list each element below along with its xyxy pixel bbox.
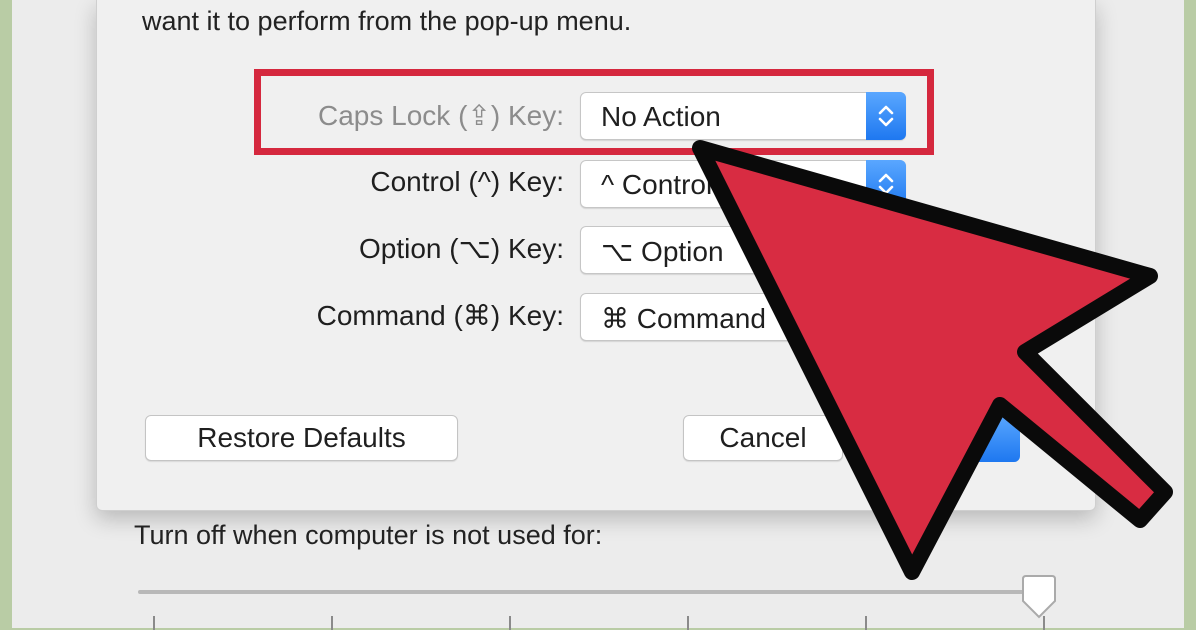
chevron-up-down-icon (866, 160, 906, 208)
option-key-value: ⌥ Option (601, 236, 724, 267)
instruction-text: want it to perform from the pop-up menu. (142, 6, 632, 36)
chevron-up-down-icon (866, 293, 906, 341)
chevron-up-down-icon (866, 226, 906, 274)
ok-button[interactable] (900, 414, 1020, 462)
restore-defaults-button[interactable]: Restore Defaults (145, 415, 458, 461)
caps-lock-highlight-box (254, 69, 934, 155)
command-key-label: Command (⌘) Key: (316, 300, 564, 331)
option-key-popup[interactable]: ⌥ Option (580, 226, 906, 274)
turn-off-label: Turn off when computer is not used for: (134, 520, 603, 550)
control-key-label: Control (^) Key: (370, 166, 564, 197)
command-key-popup[interactable]: ⌘ Command (580, 293, 906, 341)
option-key-label: Option (⌥) Key: (359, 233, 564, 264)
control-key-value: ^ Control (601, 169, 713, 200)
command-key-value: ⌘ Command (601, 303, 766, 334)
sleep-slider-track[interactable] (138, 590, 1056, 594)
cancel-button[interactable]: Cancel (683, 415, 843, 461)
control-key-popup[interactable]: ^ Control (580, 160, 906, 208)
sleep-slider-thumb[interactable] (1019, 575, 1059, 621)
